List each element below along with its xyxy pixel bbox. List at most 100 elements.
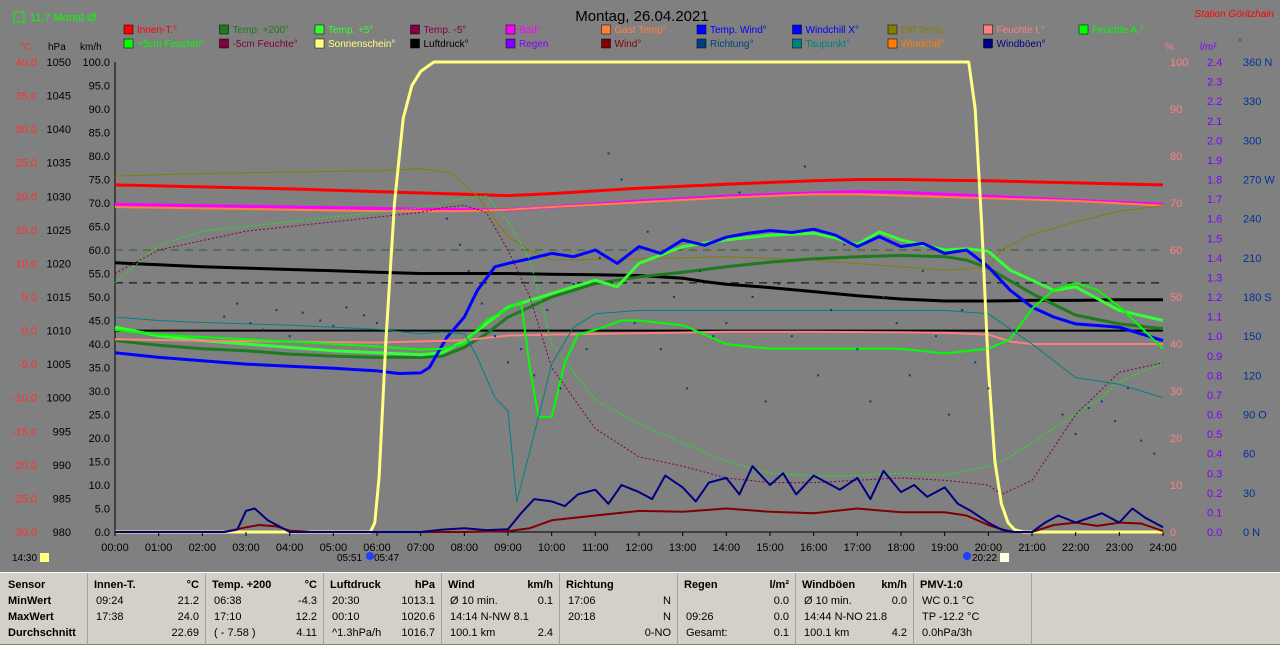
temp-tick: -5.0 <box>18 359 37 371</box>
stats-block-row: 17:06 N <box>560 595 677 611</box>
stats-time: ^1.3hPa/h <box>332 627 382 639</box>
direction-point <box>830 309 833 312</box>
legend-swatch <box>410 24 420 35</box>
direction-tick: 0 N <box>1243 527 1260 539</box>
wind-tick: 95.0 <box>89 81 110 93</box>
legend-label: Richtung° <box>710 39 753 50</box>
direction-point <box>275 309 278 312</box>
legend-label: Bad° <box>519 25 541 36</box>
stats-block-row: 0.0hPa/3h <box>914 627 1031 643</box>
humidity-tick: 20 <box>1170 433 1182 445</box>
stats-block-unit: l/m² <box>769 579 789 591</box>
rain-tick: 1.9 <box>1207 155 1222 167</box>
rain-tick: 0.8 <box>1207 370 1222 382</box>
humidity-tick: 60 <box>1170 245 1182 257</box>
stats-value: 1013.1 <box>401 595 435 607</box>
wind-tick: 60.0 <box>89 245 110 257</box>
stats-value: 0.0 <box>773 611 789 623</box>
humidity-tick: 70 <box>1170 198 1182 210</box>
stats-time: 09:26 <box>686 611 714 623</box>
x-tick-label: 00:00 <box>101 542 129 554</box>
direction-point <box>908 374 911 377</box>
direction-point <box>480 302 483 305</box>
stats-block-unit: km/h <box>881 579 907 591</box>
direction-point <box>646 230 649 233</box>
rain-tick: 0.5 <box>1207 429 1222 441</box>
stats-block-header: Wind km/h <box>442 579 559 595</box>
direction-point <box>843 243 846 246</box>
stats-time: Ø 10 min. <box>804 595 852 607</box>
direction-point <box>948 413 951 416</box>
stats-time: 100.1 km <box>804 627 850 639</box>
direction-point <box>921 269 924 272</box>
direction-tick: 150 <box>1243 331 1261 343</box>
pressure-tick: 1045 <box>47 91 71 103</box>
pressure-tick: 980 <box>53 527 71 539</box>
direction-point <box>236 302 239 305</box>
temp-tick: 0.0 <box>22 326 37 338</box>
direction-point <box>223 315 226 318</box>
temp-tick: -20.0 <box>12 460 37 472</box>
stats-time: Ø 10 min. <box>450 595 498 607</box>
direction-tick: 360 N <box>1243 57 1272 69</box>
legend-swatch <box>601 24 611 35</box>
direction-point <box>376 322 378 325</box>
stats-value: 21.2 <box>177 595 199 607</box>
x-tick-label: 16:00 <box>800 542 828 554</box>
sunrise-icon <box>366 552 374 560</box>
stats-block: Regen l/m² 0.0 09:26 0.0 Gesamt: 0.1 <box>678 573 796 645</box>
stats-block-row: 0.0 <box>678 595 795 611</box>
sunset-icon <box>963 552 971 560</box>
x-tick-label: 01:00 <box>145 542 173 554</box>
legend-swatch <box>983 38 993 49</box>
direction-point <box>288 335 291 338</box>
direction-point <box>699 269 702 272</box>
legend-label: Luftdruck° <box>424 39 469 50</box>
direction-point <box>934 335 937 338</box>
legend-swatch <box>696 24 707 35</box>
direction-point <box>777 282 780 285</box>
stats-value: 4.2 <box>891 627 907 639</box>
wind-tick: 35.0 <box>89 363 110 375</box>
legend-label: Windböen° <box>997 39 1046 50</box>
direction-point <box>262 328 265 331</box>
direction-point <box>493 335 496 338</box>
pressure-tick: 1030 <box>47 191 71 203</box>
direction-point <box>725 322 728 325</box>
stats-value: 2.4 <box>537 627 553 639</box>
legend-label: Taupunkt° <box>806 39 851 50</box>
stats-block-title: Windböen <box>802 579 856 591</box>
stats-value: 22.69 <box>171 627 199 639</box>
wind-tick: 70.0 <box>89 198 110 210</box>
humidity-tick: 50 <box>1170 292 1182 304</box>
stats-block-title: Luftdruck <box>330 579 381 591</box>
humidity-tick: 30 <box>1170 386 1182 398</box>
stats-block-row: 09:24 21.2 <box>88 595 205 611</box>
stats-time: Gesamt: <box>686 627 728 639</box>
humidity-tick: 90 <box>1170 104 1182 116</box>
direction-point <box>686 387 689 390</box>
legend-label: Windchill X° <box>806 25 859 36</box>
stats-value: 12.2 <box>295 611 317 623</box>
unit-kmh: km/h <box>80 42 102 53</box>
direction-point <box>856 348 859 351</box>
legend-swatch <box>792 38 802 49</box>
direction-point <box>987 387 990 390</box>
rain-tick: 1.6 <box>1207 214 1222 226</box>
temp-tick: -10.0 <box>12 393 37 405</box>
wind-tick: 25.0 <box>89 410 110 422</box>
pressure-tick: 1035 <box>47 158 71 170</box>
legend-swatch <box>123 38 134 49</box>
stats-label-row: Durchschnitt <box>0 627 87 643</box>
unit-hpa: hPa <box>48 42 66 53</box>
indicator-text: 11.7 Monat-Ø <box>30 12 97 24</box>
humidity-tick: 40 <box>1170 339 1182 351</box>
stats-block-header: Luftdruck hPa <box>324 579 441 595</box>
direction-tick: 210 <box>1243 253 1261 265</box>
legend-swatch <box>505 38 516 49</box>
stats-time: 0.0hPa/3h <box>922 627 973 639</box>
direction-tick: 60 <box>1243 449 1255 461</box>
wind-tick: 40.0 <box>89 339 110 351</box>
x-tick-label: 15:00 <box>756 542 784 554</box>
stats-value: -4.3 <box>298 595 317 607</box>
